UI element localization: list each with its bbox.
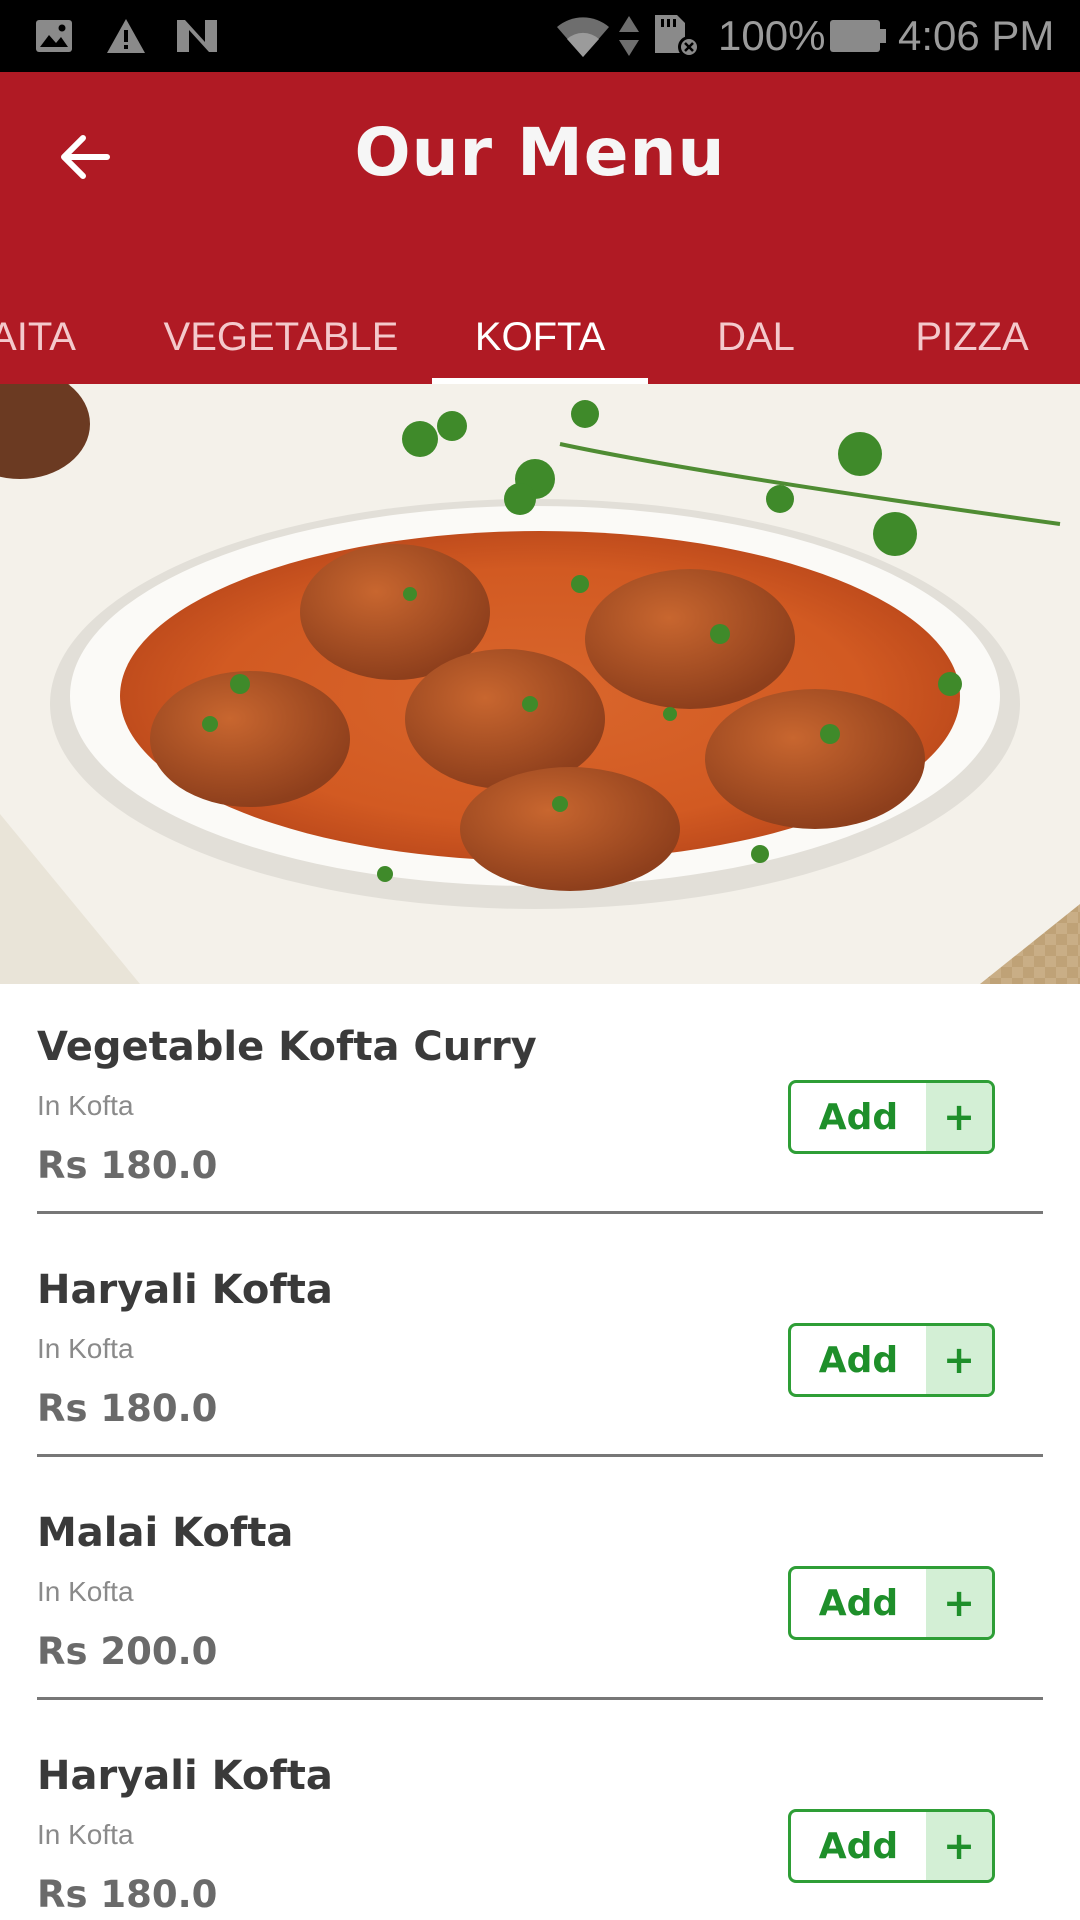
menu-item: Vegetable Kofta Curry In Kofta Rs 180.0 …: [0, 984, 1080, 1227]
add-label: Add: [818, 1582, 899, 1624]
plus-icon: +: [926, 1083, 992, 1151]
warning-icon: [104, 14, 148, 58]
add-label: Add: [818, 1339, 899, 1381]
n-icon: [174, 14, 220, 58]
tab-kofta[interactable]: KOFTA: [432, 290, 648, 384]
status-bar: 100% 4:06 PM: [0, 0, 1080, 72]
add-label: Add: [818, 1825, 899, 1867]
item-price: Rs 180.0: [37, 1144, 218, 1187]
item-category: In Kofta: [37, 1333, 134, 1364]
plus-icon: +: [926, 1812, 992, 1880]
kofta-curry-image: [0, 384, 1080, 984]
sd-card-icon: [650, 14, 702, 58]
divider: [37, 1211, 1043, 1214]
item-category: In Kofta: [37, 1819, 134, 1850]
tab-pizza[interactable]: PIZZA: [884, 290, 1060, 384]
image-icon: [34, 14, 74, 58]
item-name: Haryali Kofta: [37, 1267, 333, 1313]
divider: [37, 1454, 1043, 1457]
item-category: In Kofta: [37, 1576, 134, 1607]
item-name: Vegetable Kofta Curry: [37, 1024, 537, 1070]
battery-icon: [828, 14, 888, 58]
tab-vegetable[interactable]: VEGETABLE: [150, 290, 412, 384]
item-price: Rs 180.0: [37, 1873, 218, 1916]
menu-item: Haryali Kofta In Kofta Rs 180.0 Add +: [0, 1713, 1080, 1920]
tab-dal[interactable]: DAL: [670, 290, 842, 384]
battery-percent: 100%: [718, 12, 826, 59]
tab-aita[interactable]: AITA: [0, 290, 88, 384]
clock: 4:06 PM: [898, 12, 1055, 59]
add-button[interactable]: Add +: [788, 1809, 995, 1883]
add-label: Add: [818, 1096, 899, 1138]
plus-icon: +: [926, 1326, 992, 1394]
item-price: Rs 180.0: [37, 1387, 218, 1430]
data-arrows-icon: [616, 14, 642, 58]
wifi-icon: [552, 14, 614, 58]
menu-item: Haryali Kofta In Kofta Rs 180.0 Add +: [0, 1227, 1080, 1470]
menu-item: Malai Kofta In Kofta Rs 200.0 Add +: [0, 1470, 1080, 1713]
add-button[interactable]: Add +: [788, 1566, 995, 1640]
item-price: Rs 200.0: [37, 1630, 218, 1673]
divider: [37, 1697, 1043, 1700]
item-category: In Kofta: [37, 1090, 134, 1121]
page-title: Our Menu: [354, 114, 726, 191]
add-button[interactable]: Add +: [788, 1323, 995, 1397]
app-bar: Our Menu AITA VEGETABLE KOFTA DAL PIZZA: [0, 72, 1080, 384]
plus-icon: +: [926, 1569, 992, 1637]
category-tabs: AITA VEGETABLE KOFTA DAL PIZZA: [0, 290, 1080, 384]
item-name: Malai Kofta: [37, 1510, 294, 1556]
add-button[interactable]: Add +: [788, 1080, 995, 1154]
item-name: Haryali Kofta: [37, 1753, 333, 1799]
